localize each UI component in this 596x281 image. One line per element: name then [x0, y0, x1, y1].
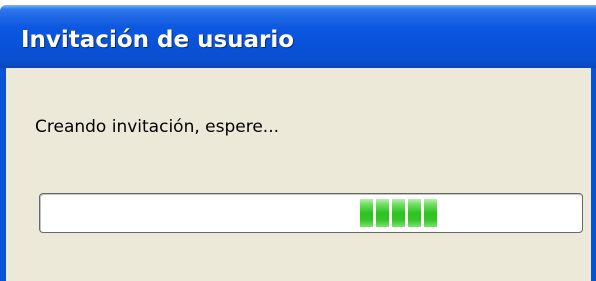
progress-block — [408, 199, 421, 227]
progress-block — [424, 199, 437, 227]
status-message: Creando invitación, espere... — [35, 117, 280, 137]
title-bar[interactable]: Invitación de usuario — [0, 5, 596, 68]
progress-bar — [39, 193, 583, 233]
invitation-dialog: Invitación de usuario Creando invitación… — [0, 0, 596, 281]
window-border-right — [591, 68, 596, 281]
progress-block — [392, 199, 405, 227]
dialog-body — [0, 68, 596, 281]
dialog-title: Invitación de usuario — [21, 27, 295, 53]
progress-block — [376, 199, 389, 227]
progress-marquee-blocks — [360, 199, 437, 227]
progress-block — [360, 199, 373, 227]
